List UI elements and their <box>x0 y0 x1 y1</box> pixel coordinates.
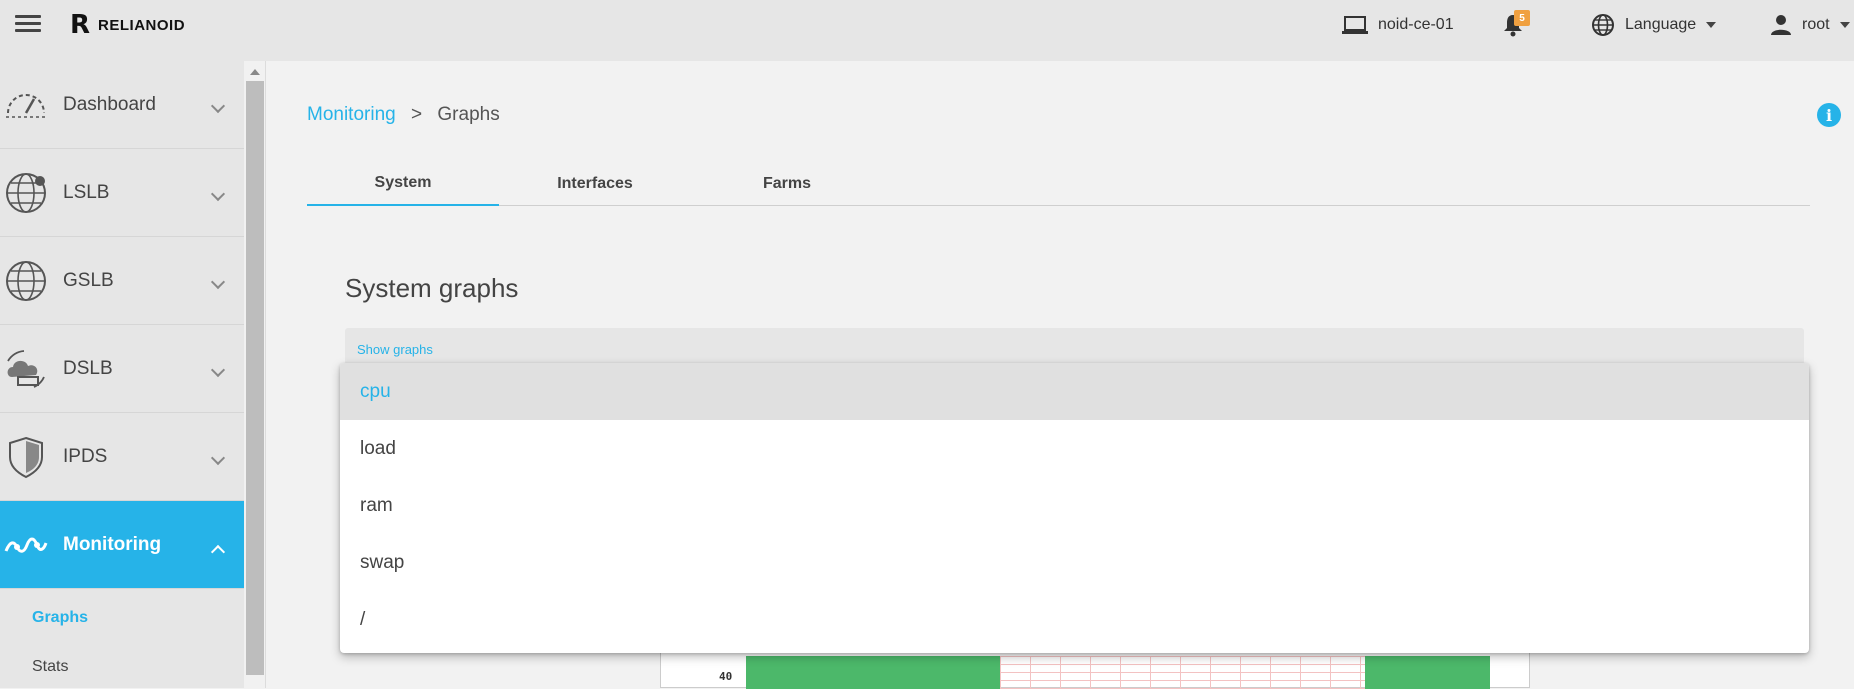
option-load[interactable]: load <box>340 420 1809 477</box>
sidebar-item-label: GSLB <box>63 269 114 291</box>
main-content: Monitoring > Graphs i System Interfaces … <box>267 61 1854 689</box>
speedometer-icon <box>6 94 46 118</box>
logo-mark-icon: R <box>70 10 91 40</box>
sidebar-nav: Dashboard LSLB GSLB DSLB IPDS Monitoring <box>0 61 244 589</box>
chevron-down-icon <box>210 98 226 114</box>
breadcrumb-current: Graphs <box>437 104 500 125</box>
sidebar-subitem-graphs[interactable]: Graphs <box>32 609 88 627</box>
option-cpu[interactable]: cpu <box>340 363 1809 420</box>
sidebar-item-ipds[interactable]: IPDS <box>0 413 244 501</box>
graph-area <box>1365 656 1490 689</box>
chevron-down-icon <box>210 274 226 290</box>
breadcrumb-monitoring[interactable]: Monitoring <box>307 104 396 125</box>
globe-icon <box>6 261 46 301</box>
graph-options-dropdown: cpu load ram swap / <box>340 363 1809 653</box>
select-label: Show graphs <box>357 342 433 357</box>
logo-text: RELIANOID <box>98 16 186 34</box>
tabs: System Interfaces Farms <box>307 161 1810 206</box>
sidebar-item-dslb[interactable]: DSLB <box>0 325 244 413</box>
chevron-up-icon <box>210 544 226 560</box>
sidebar-item-label: Dashboard <box>63 93 156 115</box>
scroll-up-icon[interactable] <box>250 69 260 75</box>
chevron-down-icon <box>210 186 226 202</box>
notifications-button[interactable]: 5 <box>1502 10 1542 38</box>
cloud-network-icon <box>7 350 45 388</box>
sidebar-item-label: DSLB <box>63 357 113 379</box>
host-name: noid-ce-01 <box>1378 16 1454 33</box>
user-menu[interactable]: root <box>1770 12 1850 38</box>
breadcrumb: Monitoring > Graphs <box>307 104 500 126</box>
scroll-thumb[interactable] <box>246 81 264 675</box>
graph-area <box>746 656 1000 689</box>
chevron-down-icon <box>1706 22 1717 28</box>
graph-grid <box>1000 656 1365 689</box>
chevron-down-icon <box>210 362 226 378</box>
sidebar-item-lslb[interactable]: LSLB <box>0 149 244 237</box>
option-swap[interactable]: swap <box>340 534 1809 591</box>
sidebar-item-label: IPDS <box>63 445 108 467</box>
breadcrumb-separator: > <box>411 104 423 125</box>
shield-icon <box>9 436 43 479</box>
user-icon <box>1771 15 1791 35</box>
user-name: root <box>1802 16 1830 33</box>
option-root-fs[interactable]: / <box>340 591 1809 648</box>
host-indicator[interactable]: noid-ce-01 <box>1342 12 1454 38</box>
sidebar-item-label: LSLB <box>63 181 110 203</box>
top-bar: R RELIANOID noid-ce-01 5 Language root <box>0 0 1854 61</box>
tab-interfaces[interactable]: Interfaces <box>499 161 691 206</box>
sidebar-item-gslb[interactable]: GSLB <box>0 237 244 325</box>
option-ram[interactable]: ram <box>340 477 1809 534</box>
menu-icon[interactable] <box>15 15 41 35</box>
sidebar: Dashboard LSLB GSLB DSLB IPDS Monitoring… <box>0 61 244 688</box>
pulse-icon <box>4 537 48 553</box>
globe-icon <box>6 173 46 213</box>
laptop-icon <box>1342 16 1368 34</box>
info-icon[interactable]: i <box>1817 103 1841 127</box>
sidebar-item-label: Monitoring <box>63 533 162 555</box>
chevron-down-icon <box>210 450 226 466</box>
notification-badge: 5 <box>1514 10 1530 26</box>
globe-icon <box>1592 14 1614 36</box>
language-selector[interactable]: Language <box>1591 12 1717 38</box>
sidebar-item-dashboard[interactable]: Dashboard <box>0 61 244 149</box>
chevron-down-icon <box>1839 22 1850 28</box>
sidebar-item-monitoring[interactable]: Monitoring <box>0 501 244 589</box>
sidebar-subitem-stats[interactable]: Stats <box>32 658 68 676</box>
tab-farms[interactable]: Farms <box>691 161 883 206</box>
logo[interactable]: R RELIANOID <box>70 12 185 38</box>
tab-system[interactable]: System <box>307 161 499 206</box>
sidebar-scrollbar[interactable] <box>244 61 266 688</box>
language-label: Language <box>1625 16 1697 33</box>
section-title: System graphs <box>345 273 519 303</box>
graph-y-tick: 40 <box>719 670 733 683</box>
